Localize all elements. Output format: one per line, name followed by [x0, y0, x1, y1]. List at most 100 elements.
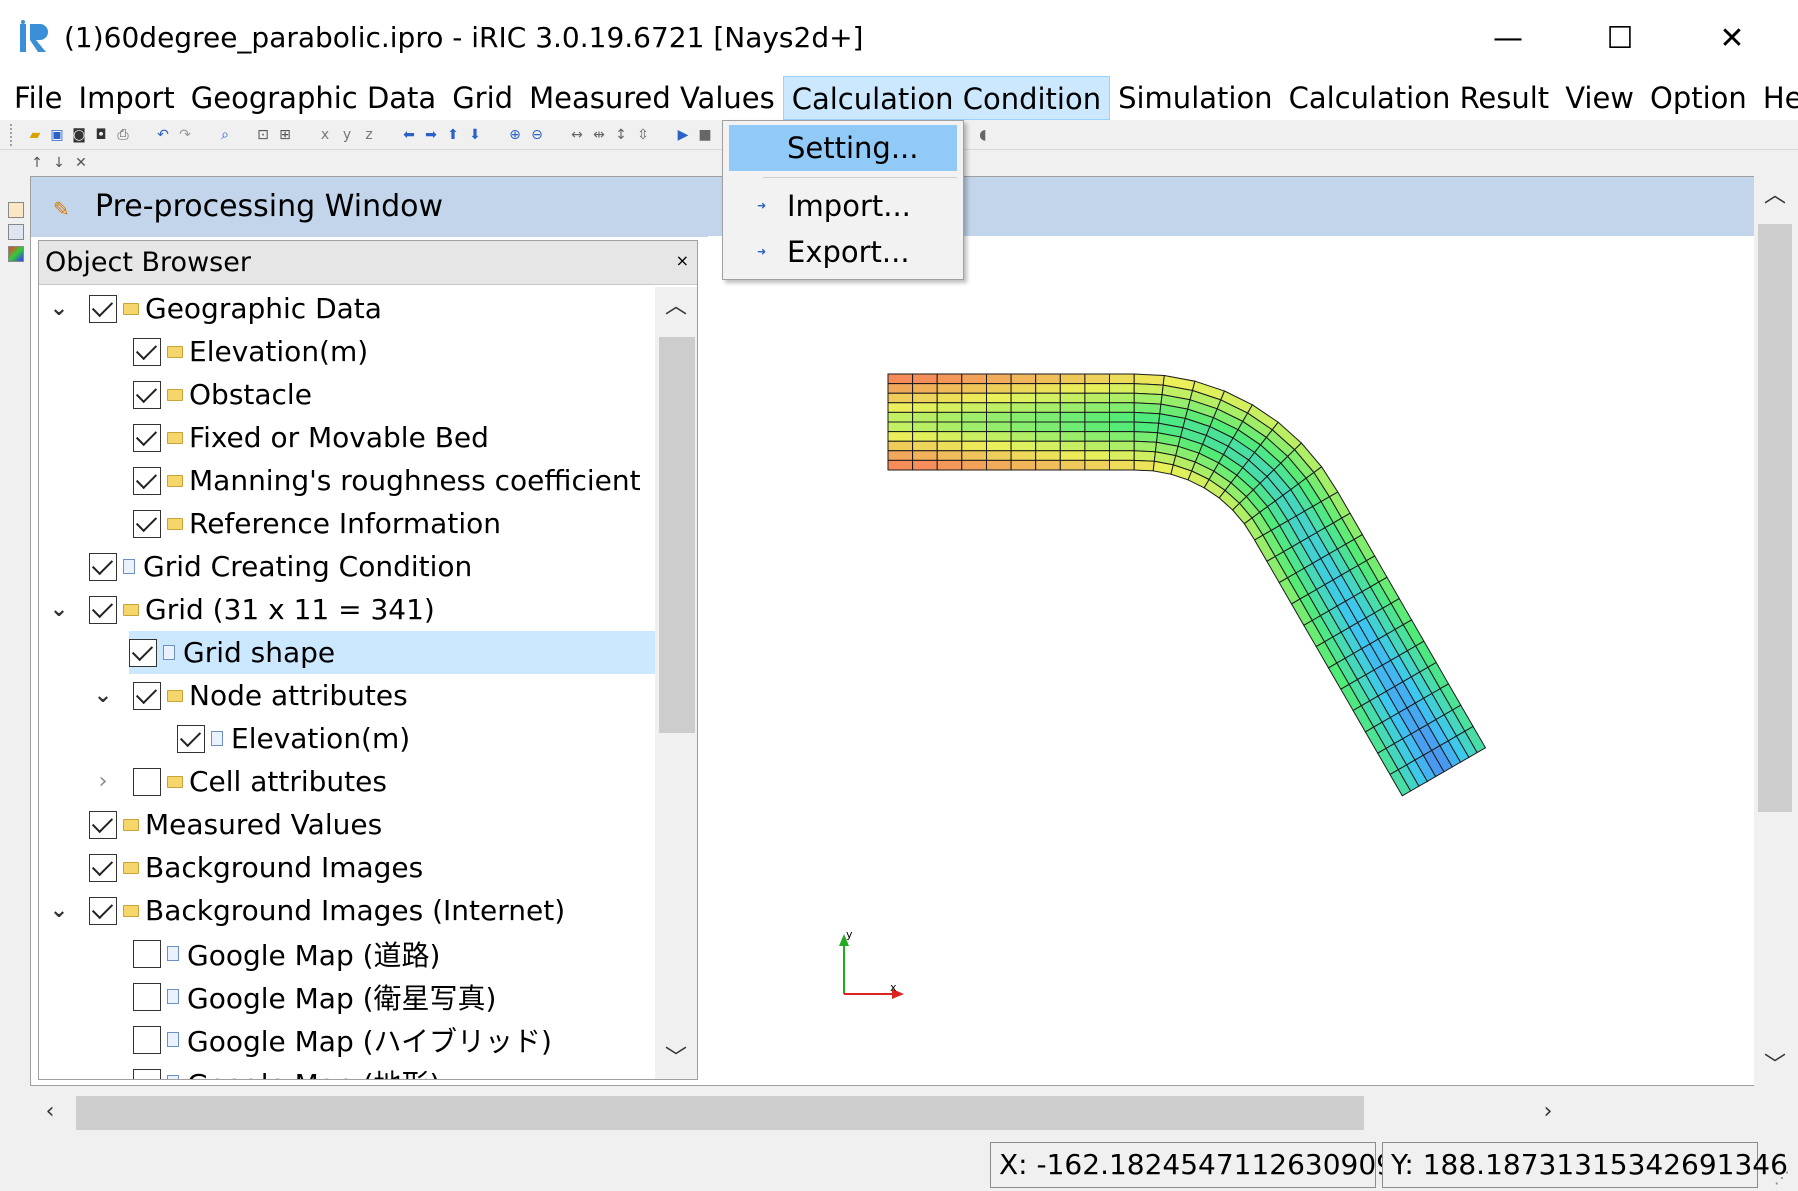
grid-move-icon[interactable]: ⊞: [276, 126, 294, 144]
move-left-icon[interactable]: ⬅: [400, 126, 418, 144]
tree-row[interactable]: ⌄ Background Images (Internet): [45, 889, 565, 932]
tree-checkbox[interactable]: [133, 982, 161, 1011]
zoom-icon[interactable]: ⌕: [216, 126, 234, 144]
tree-checkbox[interactable]: [89, 552, 117, 581]
menu-view[interactable]: View: [1557, 76, 1642, 120]
menu-calculation-condition[interactable]: Calculation Condition: [782, 76, 1111, 120]
object-browser-close-button[interactable]: ×: [676, 251, 689, 270]
expand-chevron-icon[interactable]: ⌄: [89, 683, 117, 708]
canvas-scroll-up-icon[interactable]: ︿: [1754, 176, 1796, 216]
canvas-horizontal-thumb[interactable]: [76, 1096, 1364, 1130]
mouse-hint-icon[interactable]: ◖: [974, 126, 992, 144]
tree-checkbox[interactable]: [133, 466, 161, 495]
tree-checkbox[interactable]: [133, 509, 161, 538]
resize-grip-icon[interactable]: ⋰: [1774, 1168, 1790, 1187]
menu-grid[interactable]: Grid: [444, 76, 521, 120]
menu-setting[interactable]: Setting...: [729, 125, 957, 171]
run-icon[interactable]: ▶: [674, 126, 692, 144]
zoom-out-icon[interactable]: ⊖: [528, 126, 546, 144]
up-arrow-icon[interactable]: ↑: [28, 154, 46, 172]
snapshot-icon[interactable]: ◙: [70, 126, 88, 144]
canvas-horizontal-scrollbar[interactable]: ‹ ›: [30, 1092, 1758, 1134]
save-icon[interactable]: ▣: [48, 126, 66, 144]
grid-view[interactable]: y x: [708, 236, 1754, 1090]
move-down-icon[interactable]: ⬇: [466, 126, 484, 144]
tree-row[interactable]: ⌄ Geographic Data: [45, 287, 382, 330]
canvas-scroll-right-icon[interactable]: ›: [1528, 1092, 1568, 1132]
tree-row[interactable]: › Cell attributes: [89, 760, 387, 803]
tree-row[interactable]: Grid shape: [129, 631, 655, 674]
close-button[interactable]: ✕: [1676, 0, 1788, 76]
tree-row[interactable]: Manning's roughness coefficient: [89, 459, 641, 502]
tree-checkbox[interactable]: [133, 767, 161, 796]
menu-calculation-result[interactable]: Calculation Result: [1281, 76, 1558, 120]
preprocessor-icon[interactable]: [8, 202, 24, 218]
menu-import[interactable]: Import: [71, 76, 183, 120]
tree-checkbox[interactable]: [129, 638, 157, 667]
menu-geographic-data[interactable]: Geographic Data: [183, 76, 444, 120]
solver-console-icon[interactable]: [8, 224, 24, 240]
maximize-button[interactable]: ☐: [1564, 0, 1676, 76]
tree-checkbox[interactable]: [133, 380, 161, 409]
tree-row[interactable]: Background Images: [45, 846, 423, 889]
canvas-scroll-down-icon[interactable]: ﹀: [1754, 1046, 1796, 1086]
zoom-in-icon[interactable]: ⊕: [506, 126, 524, 144]
tree-checkbox[interactable]: [133, 337, 161, 366]
tree-row[interactable]: Grid Creating Condition: [45, 545, 472, 588]
object-browser-scroll-thumb[interactable]: [659, 337, 695, 733]
expand-chevron-icon[interactable]: ⌄: [45, 597, 73, 622]
print-icon[interactable]: ⎙: [114, 126, 132, 144]
down-arrow-icon[interactable]: ↓: [50, 154, 68, 172]
delete-icon[interactable]: ✕: [72, 154, 90, 172]
canvas-vertical-scrollbar[interactable]: ︿ ﹀: [1754, 176, 1796, 1086]
axis-y-icon[interactable]: y: [338, 126, 356, 144]
expand-horizontal-icon[interactable]: ↔: [568, 126, 586, 144]
menu-export-condition[interactable]: ➜ Export...: [729, 229, 957, 275]
expand-chevron-icon[interactable]: ⌄: [45, 296, 73, 321]
menu-help[interactable]: Help: [1755, 76, 1798, 120]
tree-row[interactable]: Elevation(m): [133, 717, 410, 760]
open-icon[interactable]: ▰: [26, 126, 44, 144]
move-up-icon[interactable]: ⬆: [444, 126, 462, 144]
minimize-button[interactable]: —: [1452, 0, 1564, 76]
object-browser-scrollbar[interactable]: ︿ ﹀: [655, 287, 697, 1079]
tree-checkbox[interactable]: [177, 724, 205, 753]
tree-row[interactable]: Elevation(m): [89, 330, 368, 373]
expand-vertical-icon[interactable]: ↕: [612, 126, 630, 144]
tree-row[interactable]: Fixed or Movable Bed: [89, 416, 489, 459]
axis-x-icon[interactable]: x: [316, 126, 334, 144]
menu-measured-values[interactable]: Measured Values: [521, 76, 783, 120]
tree-row[interactable]: Google Map (道路): [89, 932, 440, 975]
menu-option[interactable]: Option: [1642, 76, 1755, 120]
save-all-icon[interactable]: ◘: [92, 126, 110, 144]
tree-checkbox[interactable]: [133, 1025, 161, 1054]
scroll-up-icon[interactable]: ︿: [655, 287, 697, 327]
tree-checkbox[interactable]: [133, 423, 161, 452]
tree-row[interactable]: Google Map (地形): [89, 1061, 440, 1079]
tree-checkbox[interactable]: [89, 595, 117, 624]
expand-chevron-icon[interactable]: ⌄: [45, 898, 73, 923]
grid-canvas[interactable]: y x: [708, 236, 1754, 1090]
tree-row[interactable]: Obstacle: [89, 373, 312, 416]
undo-icon[interactable]: ↶: [154, 126, 172, 144]
menu-simulation[interactable]: Simulation: [1110, 76, 1280, 120]
toolbar-grip[interactable]: [10, 124, 14, 146]
tree-checkbox[interactable]: [133, 939, 161, 968]
grid-edit-icon[interactable]: ⊡: [254, 126, 272, 144]
canvas-scroll-left-icon[interactable]: ‹: [30, 1092, 70, 1132]
tree-checkbox[interactable]: [133, 1068, 161, 1079]
canvas-vertical-thumb[interactable]: [1758, 224, 1792, 812]
redo-icon[interactable]: ↷: [176, 126, 194, 144]
tree-row[interactable]: Google Map (衛星写真): [89, 975, 496, 1018]
collapse-chevron-icon[interactable]: ›: [89, 769, 117, 794]
tree-row[interactable]: Google Map (ハイブリッド): [89, 1018, 552, 1061]
tree-checkbox[interactable]: [133, 681, 161, 710]
tree-row[interactable]: ⌄ Node attributes: [89, 674, 408, 717]
stop-icon[interactable]: ■: [696, 126, 714, 144]
menu-import-condition[interactable]: ➜ Import...: [729, 183, 957, 229]
move-right-icon[interactable]: ➡: [422, 126, 440, 144]
tree-row[interactable]: Measured Values: [45, 803, 382, 846]
postprocessor-icon[interactable]: [8, 246, 24, 262]
tree-checkbox[interactable]: [89, 294, 117, 323]
tree-checkbox[interactable]: [89, 896, 117, 925]
